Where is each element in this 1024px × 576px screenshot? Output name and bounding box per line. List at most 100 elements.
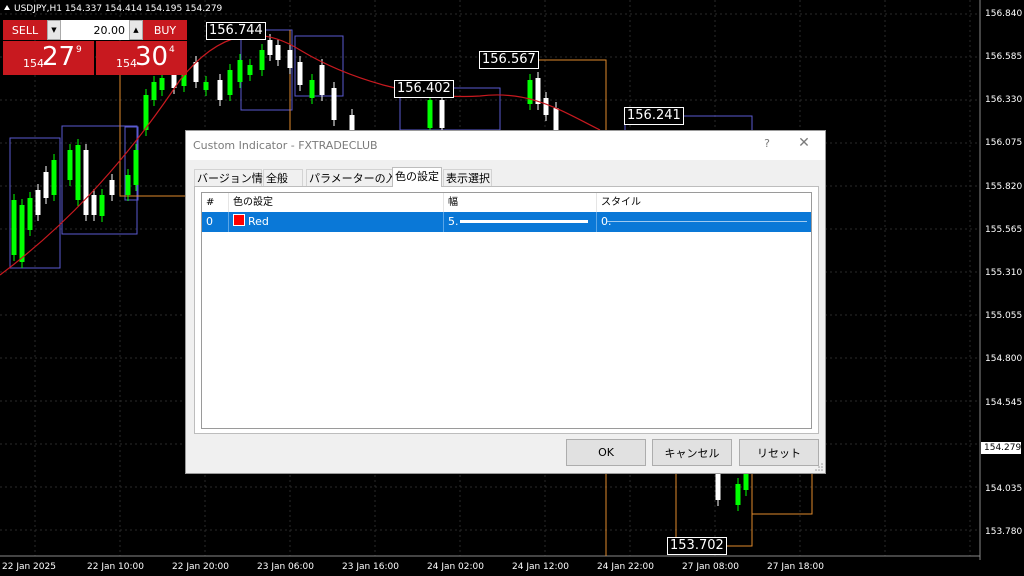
candle-body	[159, 78, 165, 90]
y-axis-tick: 154.035	[985, 484, 1023, 494]
one-click-trading-panel: SELL ▼ ▲ BUY 154 27 9 154 30 4	[3, 20, 187, 75]
buy-button[interactable]: BUY	[143, 20, 187, 40]
color-cell[interactable]: Red	[229, 212, 444, 232]
sell-price-pips: 27	[42, 42, 76, 72]
y-axis-tick: 156.840	[985, 9, 1023, 19]
column-color[interactable]: 色の設定	[229, 193, 444, 212]
tab-general[interactable]: 全般	[263, 169, 303, 186]
row-index: 0	[202, 212, 229, 232]
colors-tab-panel: # 色の設定 幅 スタイル 0 Red 5. 0.	[194, 186, 819, 434]
candle-body	[83, 150, 89, 215]
y-axis-tick: 156.330	[985, 95, 1023, 105]
candle-body	[715, 474, 721, 500]
candle-body	[227, 70, 233, 95]
table-row[interactable]: 0 Red 5. 0.	[202, 212, 811, 232]
column-style[interactable]: スタイル	[597, 193, 811, 212]
y-axis-tick: 155.055	[985, 311, 1023, 321]
candle-body	[27, 198, 33, 230]
y-axis-tick: 156.585	[985, 52, 1023, 62]
price-label-high: 156.567	[479, 51, 539, 69]
tab-colors[interactable]: 色の設定	[392, 167, 442, 187]
y-axis-tick: 154.545	[985, 398, 1023, 408]
lot-size-input[interactable]	[61, 20, 129, 40]
buy-price-pips: 30	[135, 42, 169, 72]
candle-body	[331, 88, 337, 120]
candle-body	[427, 100, 433, 128]
candle-body	[287, 50, 293, 68]
x-axis-tick: 27 Jan 08:00	[682, 562, 739, 572]
width-cell[interactable]: 5.	[444, 212, 597, 232]
candle-body	[19, 205, 25, 262]
buy-price-prefix: 154	[116, 57, 137, 70]
candle-body	[309, 80, 315, 98]
close-icon[interactable]: ✕	[796, 135, 812, 151]
candle-body	[75, 145, 81, 200]
x-axis-tick: 22 Jan 2025	[2, 562, 56, 572]
tab-visualization[interactable]: 表示選択	[443, 169, 492, 186]
column-index[interactable]: #	[202, 193, 229, 212]
price-label-low: 153.702	[667, 537, 727, 555]
x-axis-tick: 24 Jan 22:00	[597, 562, 654, 572]
candle-body	[91, 195, 97, 215]
y-axis-tick: 155.565	[985, 225, 1023, 235]
candle-body	[527, 80, 533, 104]
sell-button[interactable]: SELL	[3, 20, 47, 40]
color-name: Red	[248, 215, 269, 228]
cancel-button[interactable]: キャンセル	[652, 439, 732, 466]
dialog-titlebar[interactable]: Custom Indicator - FXTRADECLUB ? ✕	[186, 131, 825, 160]
candle-body	[217, 80, 223, 100]
candle-body	[535, 78, 541, 104]
sell-price-prefix: 154	[23, 57, 44, 70]
y-axis-tick: 154.800	[985, 354, 1023, 364]
candle-body	[267, 40, 273, 55]
candle-body	[125, 175, 131, 195]
candle-body	[297, 62, 303, 85]
symbol-info: USDJPY,H1 154.337 154.414 154.195 154.27…	[14, 4, 223, 14]
price-label-high: 156.744	[206, 22, 266, 40]
candle-body	[109, 180, 115, 195]
ok-button[interactable]: OK	[566, 439, 646, 466]
candle-body	[319, 65, 325, 95]
tab-inputs[interactable]: パラメーターの入力	[306, 169, 408, 186]
style-cell[interactable]: 0.	[597, 212, 811, 232]
price-label-high: 156.402	[394, 80, 454, 98]
lot-size-control: ▼ ▲	[47, 20, 143, 40]
sell-price-button[interactable]: 154 27 9	[3, 41, 94, 75]
resize-grip-icon[interactable]	[815, 463, 823, 471]
style-line-preview	[607, 221, 807, 222]
candle-body	[11, 200, 17, 255]
lot-increase-button[interactable]: ▲	[129, 20, 143, 40]
price-label-high: 156.241	[624, 107, 684, 125]
color-swatch	[233, 214, 245, 226]
y-axis-tick: 155.310	[985, 268, 1023, 278]
candle-body	[203, 82, 209, 90]
column-width[interactable]: 幅	[444, 193, 597, 212]
candle-body	[439, 100, 445, 128]
candle-body	[275, 45, 281, 60]
candle-body	[193, 62, 199, 82]
x-axis-tick: 23 Jan 06:00	[257, 562, 314, 572]
candle-body	[553, 108, 559, 130]
x-axis-tick: 22 Jan 10:00	[87, 562, 144, 572]
candle-body	[133, 150, 139, 185]
collapse-triangle-icon[interactable]	[4, 5, 10, 10]
x-axis-tick: 27 Jan 18:00	[767, 562, 824, 572]
table-header: # 色の設定 幅 スタイル	[202, 193, 811, 213]
candle-body	[237, 60, 243, 82]
reset-button[interactable]: リセット	[739, 439, 819, 466]
y-axis-tick: 155.820	[985, 182, 1023, 192]
range-box	[9, 137, 61, 269]
candle-body	[51, 160, 57, 195]
tab-version-info[interactable]: バージョン情報	[194, 169, 274, 186]
candle-body	[743, 474, 749, 490]
lot-decrease-button[interactable]: ▼	[47, 20, 61, 40]
buy-price-button[interactable]: 154 30 4	[96, 41, 187, 75]
candle-body	[735, 484, 741, 505]
candle-body	[35, 190, 41, 215]
help-icon[interactable]: ?	[759, 137, 775, 150]
colors-table: # 色の設定 幅 スタイル 0 Red 5. 0.	[201, 192, 812, 429]
dialog-title: Custom Indicator - FXTRADECLUB	[193, 139, 378, 152]
candle-body	[43, 172, 49, 198]
candle-body	[67, 150, 73, 180]
current-price-marker: 154.279	[981, 442, 1021, 454]
